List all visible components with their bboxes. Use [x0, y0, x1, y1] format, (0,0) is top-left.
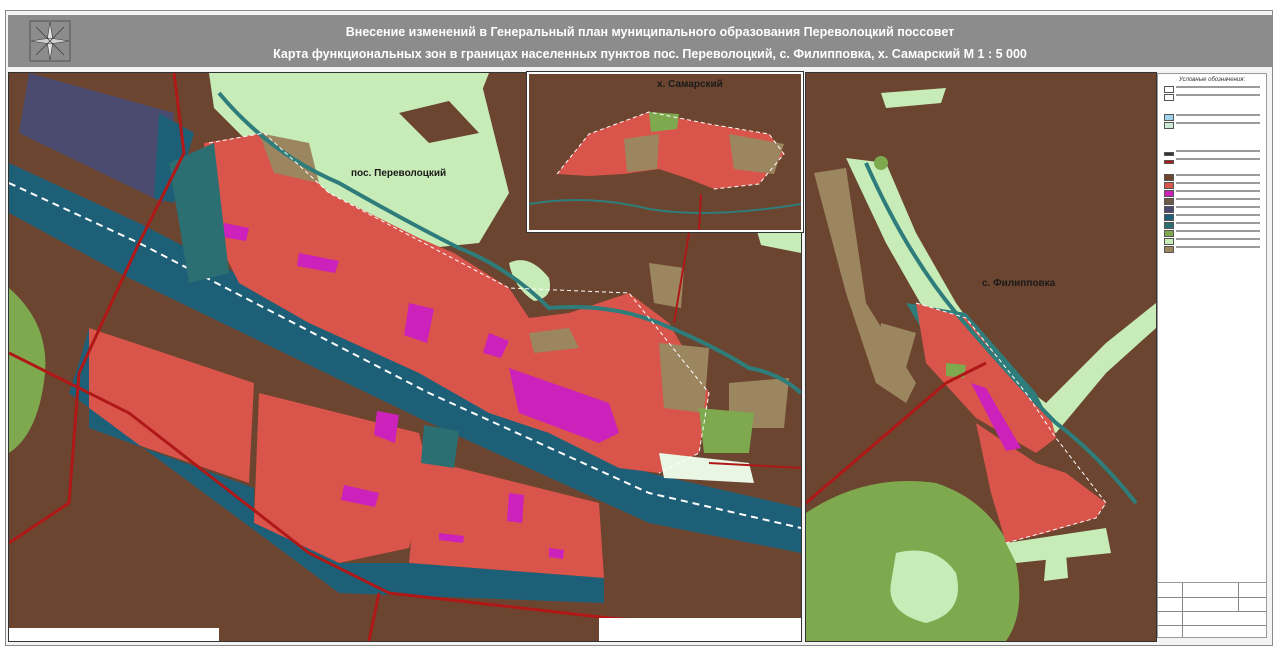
legend-swatch-road	[1164, 158, 1260, 164]
title-banner: Внесение изменений в Генеральный план му…	[8, 15, 1272, 67]
legend-swatch-water	[1164, 122, 1260, 129]
legend-swatch-public	[1164, 190, 1260, 197]
legend-swatch-residential	[1164, 174, 1260, 181]
compass-rose-icon	[29, 20, 71, 62]
map-legend: Условные обозначения:	[1157, 73, 1267, 638]
legend-swatch-boundary	[1164, 94, 1260, 101]
map-subtitle: Карта функциональных зон в границах насе…	[273, 47, 1027, 61]
legend-title: Условные обозначения:	[1178, 77, 1246, 83]
map-title: Внесение изменений в Генеральный план му…	[345, 25, 955, 39]
inset-map-samarsky[interactable]: х. Самарский	[526, 71, 804, 233]
legend-swatch-production	[1164, 206, 1260, 213]
legend-swatch-recreation	[1164, 238, 1260, 245]
legend-swatch-forest	[1164, 230, 1260, 237]
legend-swatch-water	[1164, 114, 1260, 121]
legend-swatch-engineering	[1164, 222, 1260, 229]
inset-map-canvas	[529, 74, 801, 230]
legend-swatch-residential	[1164, 182, 1260, 189]
title-block-stamp	[1157, 582, 1267, 638]
legend-swatch-special	[1164, 246, 1260, 253]
legend-swatch-boundary	[1164, 86, 1260, 93]
label-perevolotsky: пос. Переволоцкий	[351, 168, 447, 179]
legend-swatch-production	[1164, 198, 1260, 205]
label-samarsky: х. Самарский	[657, 79, 723, 90]
right-map-canvas	[806, 73, 1156, 641]
label-filippovka: с. Филипповка	[982, 278, 1056, 289]
legend-swatch-transport	[1164, 214, 1260, 221]
legend-swatch-rail	[1164, 150, 1260, 156]
right-map-filippovka[interactable]: с. Филипповка	[805, 72, 1157, 642]
